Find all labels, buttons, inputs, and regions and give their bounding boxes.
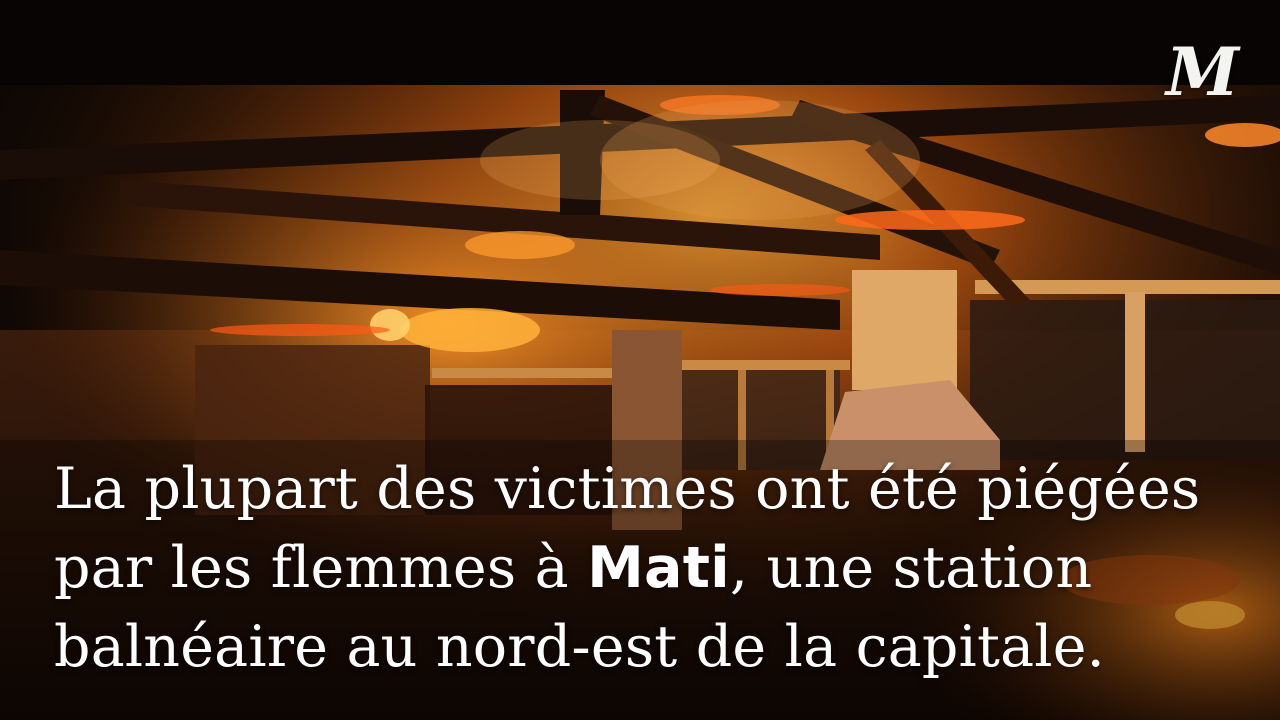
caption-place-name: Mati	[587, 535, 730, 601]
le-monde-logo-icon: M	[1166, 33, 1240, 111]
video-frame[interactable]: M La plupart des victimes ont été piégée…	[0, 0, 1280, 720]
video-caption: La plupart des victimes ont été piégées …	[54, 450, 1244, 687]
